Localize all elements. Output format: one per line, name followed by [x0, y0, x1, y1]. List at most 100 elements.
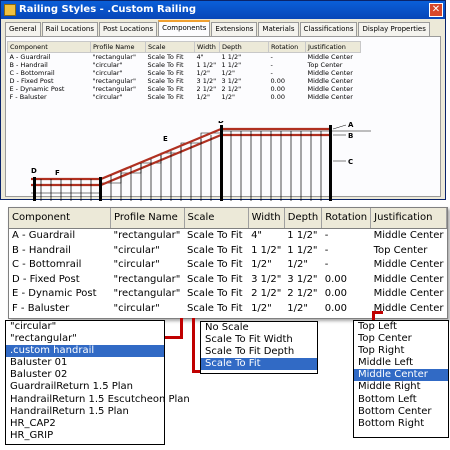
cell-profile[interactable]: "rectangular": [111, 272, 184, 287]
cell-depth[interactable]: 2 1/2": [284, 287, 321, 302]
cell-rotation[interactable]: 0.00: [322, 272, 371, 287]
cell-width[interactable]: 4": [248, 228, 284, 243]
tab-general[interactable]: General: [5, 22, 41, 36]
dropdown-option[interactable]: Baluster 01: [6, 357, 164, 369]
tab-classifications[interactable]: Classifications: [299, 22, 358, 36]
cell[interactable]: 1/2": [220, 69, 269, 77]
tab-rail-locations[interactable]: Rail Locations: [41, 22, 98, 36]
cell[interactable]: -: [269, 53, 306, 61]
cell[interactable]: Scale To Fit: [146, 53, 195, 61]
cell-rotation[interactable]: -: [322, 243, 371, 258]
table-row[interactable]: D - Fixed Post "rectangular" Scale To Fit 3…: [8, 77, 361, 85]
cell-rotation[interactable]: -: [322, 258, 371, 273]
dropdown-option[interactable]: HandrailReturn 1.5 Escutcheon Plan: [6, 394, 190, 406]
cell-width[interactable]: 3 1/2": [248, 272, 284, 287]
cell-profile[interactable]: "circular": [111, 258, 184, 273]
cell[interactable]: 2 1/2": [220, 85, 269, 93]
tab-materials[interactable]: Materials: [258, 22, 299, 36]
cell-profile[interactable]: "circular": [111, 301, 184, 316]
cell[interactable]: -: [269, 69, 306, 77]
dropdown-option[interactable]: Baluster 02: [6, 369, 164, 381]
cell-justification[interactable]: Middle Center: [371, 287, 447, 302]
cell-rotation[interactable]: 0.00: [322, 301, 371, 316]
cell[interactable]: 0.00: [269, 85, 306, 93]
dropdown-option[interactable]: "circular": [6, 321, 164, 333]
cell[interactable]: 1 1/2": [220, 53, 269, 61]
col-justification[interactable]: Justification: [370, 208, 447, 229]
profile-name-dropdown[interactable]: "circular" "rectangular" .custom handrai…: [5, 320, 190, 445]
table-row[interactable]: B - Handrail "circular" Scale To Fit 1 1/2"…: [8, 61, 361, 69]
cell[interactable]: 2 1/2": [195, 85, 220, 93]
dropdown-option[interactable]: HandrailReturn 1.5 Plan: [6, 406, 164, 418]
dropdown-option[interactable]: No Scale: [201, 322, 317, 334]
table-row[interactable]: E - Dynamic Post "rectangular" Scale To Fi…: [9, 287, 447, 302]
col-component[interactable]: Component: [7, 41, 91, 53]
dropdown-option[interactable]: Top Center: [354, 333, 448, 345]
col-profile-name[interactable]: Profile Name: [90, 41, 146, 53]
cell-justification[interactable]: Middle Center: [371, 228, 447, 243]
dropdown-option[interactable]: Bottom Left: [354, 394, 448, 406]
tab-post-locations[interactable]: Post Locations: [98, 22, 158, 36]
cell-width[interactable]: 1/2": [248, 258, 284, 273]
dropdown-option[interactable]: HR_GRIP: [6, 430, 164, 442]
col-rotation[interactable]: Rotation: [321, 208, 372, 229]
cell-scale[interactable]: Scale To Fit: [184, 243, 248, 258]
cell[interactable]: Scale To Fit: [146, 61, 195, 69]
cell-justification[interactable]: Middle Center: [371, 272, 447, 287]
col-profile-name[interactable]: Profile Name: [110, 208, 185, 229]
cell-justification[interactable]: Top Center: [371, 243, 447, 258]
cell-profile[interactable]: "rectangular": [111, 287, 184, 302]
col-justification[interactable]: Justification: [305, 41, 361, 53]
cell[interactable]: Middle Center: [306, 53, 361, 61]
cell-scale[interactable]: Scale To Fit: [184, 301, 248, 316]
cell[interactable]: 0.00: [269, 93, 306, 101]
cell[interactable]: Scale To Fit: [146, 85, 195, 93]
close-icon[interactable]: ✕: [429, 3, 443, 17]
col-scale[interactable]: Scale: [184, 208, 249, 229]
cell[interactable]: -: [269, 61, 306, 69]
table-row[interactable]: C - Bottomrail "circular" Scale To Fit 1/2"…: [8, 69, 361, 77]
dropdown-option[interactable]: Scale To Fit Depth: [201, 346, 317, 358]
cell-profile[interactable]: "circular": [111, 243, 184, 258]
dropdown-option[interactable]: "rectangular": [6, 333, 164, 345]
cell[interactable]: 3 1/2": [220, 77, 269, 85]
dropdown-option-selected[interactable]: Middle Center: [354, 369, 448, 382]
table-row[interactable]: B - Handrail "circular" Scale To Fit 1 1/2"…: [9, 243, 447, 258]
table-row[interactable]: A - Guardrail "rectangular" Scale To Fit 4"…: [9, 228, 447, 243]
dropdown-option[interactable]: Bottom Center: [354, 406, 448, 418]
cell[interactable]: "rectangular": [91, 53, 146, 61]
cell[interactable]: 1/2": [220, 93, 269, 101]
cell[interactable]: "rectangular": [91, 85, 146, 93]
dropdown-option[interactable]: Middle Right: [354, 381, 448, 393]
col-scale[interactable]: Scale: [145, 41, 195, 53]
dropdown-option[interactable]: GuardrailReturn 1.5 Plan: [6, 381, 164, 393]
cell-width[interactable]: 2 1/2": [248, 287, 284, 302]
cell-rotation[interactable]: 0.00: [322, 287, 371, 302]
cell-depth[interactable]: 1 1/2": [284, 228, 321, 243]
cell[interactable]: Middle Center: [306, 85, 361, 93]
cell[interactable]: "rectangular": [91, 77, 146, 85]
dropdown-option-selected[interactable]: .custom handrail: [6, 345, 164, 358]
tab-components[interactable]: Components: [158, 20, 211, 36]
cell-depth[interactable]: 3 1/2": [284, 272, 321, 287]
col-width[interactable]: Width: [248, 208, 285, 229]
cell-profile[interactable]: "rectangular": [111, 228, 184, 243]
table-row[interactable]: A - Guardrail "rectangular" Scale To Fit 4"…: [8, 53, 361, 61]
dropdown-option[interactable]: HR_CAP2: [6, 418, 164, 430]
cell[interactable]: 1/2": [195, 93, 220, 101]
cell-scale[interactable]: Scale To Fit: [184, 272, 248, 287]
cell-justification[interactable]: Middle Center: [371, 258, 447, 273]
dropdown-option[interactable]: Bottom Right: [354, 418, 448, 430]
cell[interactable]: Top Center: [306, 61, 361, 69]
cell[interactable]: 1 1/2": [220, 61, 269, 69]
dropdown-option[interactable]: Middle Left: [354, 357, 448, 369]
cell-rotation[interactable]: -: [322, 228, 371, 243]
cell[interactable]: Scale To Fit: [146, 69, 195, 77]
dropdown-option[interactable]: Top Left: [354, 321, 448, 333]
cell-width[interactable]: 1 1/2": [248, 243, 284, 258]
cell[interactable]: 4": [195, 53, 220, 61]
cell[interactable]: "circular": [91, 61, 146, 69]
col-depth[interactable]: Depth: [219, 41, 269, 53]
cell-width[interactable]: 1/2": [248, 301, 284, 316]
cell-scale[interactable]: Scale To Fit: [184, 228, 248, 243]
